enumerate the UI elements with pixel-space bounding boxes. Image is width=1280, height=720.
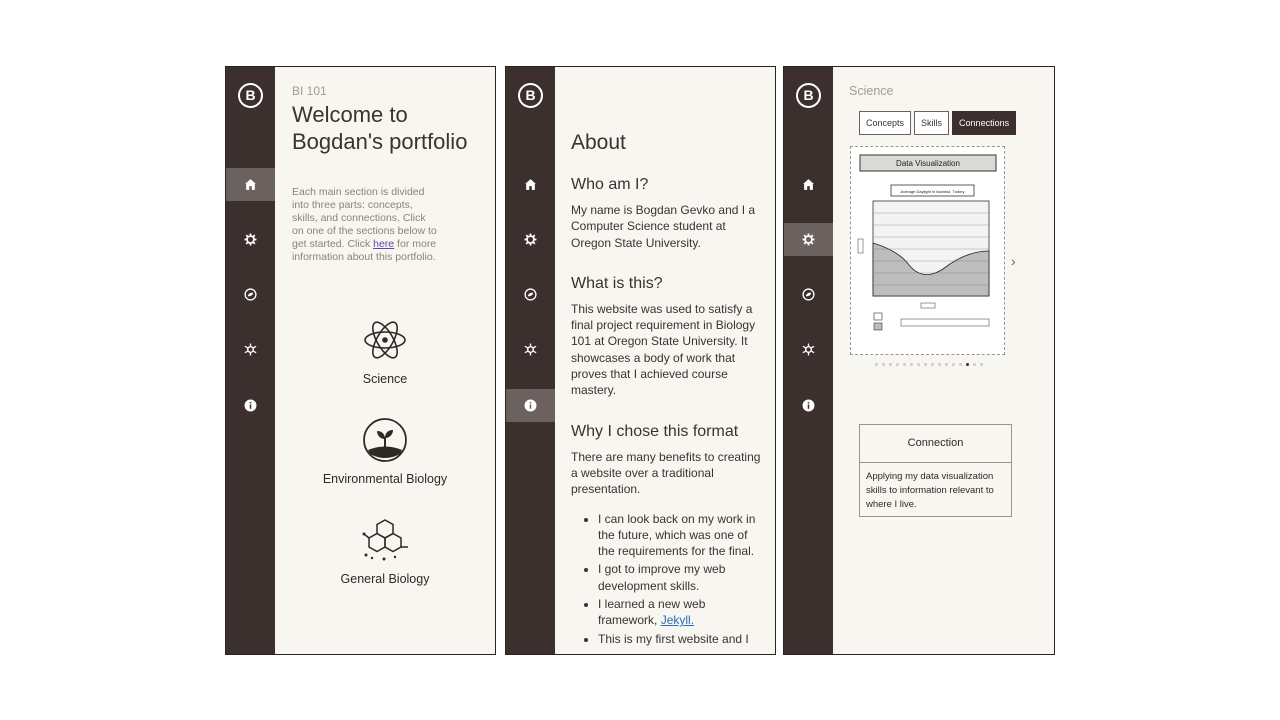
about-heading: About — [571, 131, 626, 154]
tab-bar: Concepts Skills Connections — [859, 111, 1017, 135]
nav-environmental-biology[interactable] — [226, 278, 275, 311]
virus-icon — [802, 343, 815, 356]
nav-science[interactable] — [226, 223, 275, 256]
carousel-dot[interactable] — [917, 363, 920, 366]
nav-general-biology[interactable] — [506, 333, 555, 366]
info-icon — [802, 399, 815, 412]
sprout-icon — [363, 418, 407, 462]
page-title: Welcome to Bogdan's portfolio — [292, 102, 468, 154]
tab-connections[interactable]: Connections — [952, 111, 1017, 135]
data-visualization-sketch: Data Visualization Average Daylight in I… — [857, 154, 997, 331]
sidebar: B — [784, 67, 833, 654]
list-item: I learned a new web framework, Jekyll. — [598, 596, 763, 629]
virus-icon — [524, 343, 537, 356]
carousel-dot[interactable] — [966, 363, 969, 366]
tab-concepts[interactable]: Concepts — [859, 111, 912, 135]
gear-icon — [244, 233, 257, 246]
carousel-dot[interactable] — [903, 363, 906, 366]
nav-environmental-biology[interactable] — [784, 278, 833, 311]
nav-general-biology[interactable] — [784, 333, 833, 366]
leaf-icon — [244, 288, 257, 301]
home-content: BI 101 Welcome to Bogdan's portfolio Eac… — [275, 67, 495, 654]
list-item: I got to improve my web development skil… — [598, 561, 763, 594]
carousel-dot[interactable] — [896, 363, 899, 366]
science-content: Science Concepts Skills Connections ‹ Da… — [833, 67, 1054, 654]
nav-home[interactable] — [784, 168, 833, 201]
tab-skills[interactable]: Skills — [914, 111, 950, 135]
carousel-dot[interactable] — [973, 363, 976, 366]
section-general-biology[interactable]: General Biology — [275, 517, 495, 586]
carousel-next-arrow[interactable]: › — [1011, 253, 1016, 269]
info-icon — [244, 399, 257, 412]
section-label: Science — [362, 372, 408, 386]
sidebar: B — [226, 67, 275, 654]
benefits-list: I can look back on my work in the future… — [571, 511, 763, 647]
info-icon — [524, 399, 537, 412]
nav-about[interactable] — [784, 389, 833, 422]
gear-icon — [802, 233, 815, 246]
connection-box: Connection Applying my data visualizatio… — [859, 424, 1012, 517]
home-screen: B BI 101 Welcome to Bogdan's portfolio E… — [225, 66, 496, 655]
leaf-icon — [524, 288, 537, 301]
nav-about[interactable] — [506, 389, 555, 422]
section-label: General Biology — [340, 572, 430, 586]
carousel-dot[interactable] — [952, 363, 955, 366]
who-text: My name is Bogdan Gevko and I a Computer… — [571, 203, 756, 250]
more-info-link[interactable]: here — [373, 238, 394, 250]
carousel-dot[interactable] — [889, 363, 892, 366]
nav-about[interactable] — [226, 389, 275, 422]
logo[interactable]: B — [796, 83, 821, 108]
carousel-dot[interactable] — [931, 363, 934, 366]
card-title: Data Visualization — [896, 159, 960, 168]
nav-science[interactable] — [506, 223, 555, 256]
list-item: I can look back on my work in the future… — [598, 511, 763, 560]
carousel-slide: Data Visualization Average Daylight in I… — [850, 146, 1005, 355]
nav-science[interactable] — [784, 223, 833, 256]
what-text: This website was used to satisfy a final… — [571, 301, 756, 398]
home-icon — [803, 179, 814, 190]
science-screen: B Science Concepts Skills Connections ‹ … — [783, 66, 1055, 655]
carousel-dot[interactable] — [924, 363, 927, 366]
carousel-dot[interactable] — [882, 363, 885, 366]
nav-home[interactable] — [226, 168, 275, 201]
leaf-icon — [802, 288, 815, 301]
carousel-dot[interactable] — [910, 363, 913, 366]
who-heading: Who am I? — [571, 176, 649, 193]
why-text: There are many benefits to creating a we… — [571, 449, 761, 497]
section-label: Environmental Biology — [322, 472, 448, 486]
atom-icon — [364, 321, 406, 359]
molecule-icon — [362, 519, 408, 561]
about-content: About Who am I? My name is Bogdan Gevko … — [555, 67, 775, 654]
nav-general-biology[interactable] — [226, 333, 275, 366]
home-icon — [525, 179, 536, 190]
course-code: BI 101 — [292, 84, 327, 98]
carousel-dots — [875, 363, 983, 366]
logo[interactable]: B — [238, 83, 263, 108]
intro-text: Each main section is divided into three … — [292, 186, 437, 263]
nav-environmental-biology[interactable] — [506, 278, 555, 311]
carousel-dot[interactable] — [875, 363, 878, 366]
connection-heading: Connection — [860, 425, 1011, 463]
carousel-dot[interactable] — [945, 363, 948, 366]
connection-text: Applying my data visualization skills to… — [866, 471, 994, 510]
nav-home[interactable] — [506, 168, 555, 201]
sidebar: B — [506, 67, 555, 654]
section-title: Science — [849, 84, 894, 98]
carousel-dot[interactable] — [938, 363, 941, 366]
home-icon — [245, 179, 256, 190]
section-environmental-biology[interactable]: Environmental Biology — [275, 417, 495, 486]
section-science[interactable]: Science — [275, 317, 495, 386]
why-heading: Why I chose this format — [571, 422, 739, 440]
jekyll-link[interactable]: Jekyll. — [661, 613, 694, 627]
carousel-dot[interactable] — [980, 363, 983, 366]
logo[interactable]: B — [518, 83, 543, 108]
gear-icon — [524, 233, 537, 246]
virus-icon — [244, 343, 257, 356]
about-screen: B About Who am I? My name is Bogdan Gevk… — [505, 66, 776, 655]
what-heading: What is this? — [571, 274, 663, 292]
chart-title: Average Daylight in Istanbul, Turkey — [901, 189, 965, 194]
list-item: This is my first website and I — [598, 631, 763, 647]
carousel-dot[interactable] — [959, 363, 962, 366]
